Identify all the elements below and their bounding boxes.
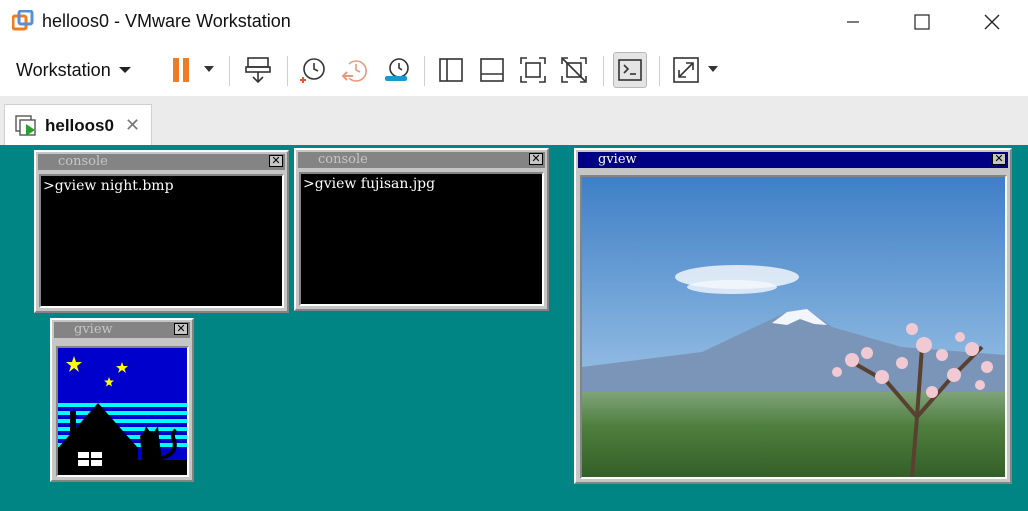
send-ctrl-alt-del-icon (245, 57, 271, 84)
pause-icon (173, 58, 189, 82)
gview-window-fujisan-title: gview (598, 152, 637, 167)
gview-window-night-close-icon[interactable]: ✕ (174, 323, 188, 335)
fujisan-image (580, 175, 1007, 479)
minimize-icon (847, 21, 859, 23)
toolbar-separator (229, 56, 230, 86)
console-view-button[interactable] (613, 52, 647, 88)
toolbar-separator (287, 56, 288, 86)
snapshot-manager-button[interactable] (380, 52, 414, 88)
console-window-1-titlebar[interactable]: console ✕ (38, 154, 285, 170)
unity-icon (561, 57, 587, 83)
console-window-2[interactable]: console ✕ >gview fujisan.jpg (294, 148, 549, 311)
gview-window-night-title: gview (74, 322, 113, 337)
unity-button[interactable] (557, 52, 591, 88)
console-window-2-line: >gview fujisan.jpg (303, 176, 436, 192)
toolbar-separator (424, 56, 425, 86)
snapshot-take-icon (300, 58, 325, 83)
tab-label: helloos0 (45, 116, 114, 135)
vmware-logo-icon (12, 10, 34, 31)
snapshot-revert-icon (341, 60, 367, 82)
take-snapshot-button[interactable] (296, 52, 330, 88)
workstation-menu-label: Workstation (16, 59, 111, 80)
send-ctrl-alt-del-button[interactable] (241, 52, 275, 88)
show-thumbnail-bar-button[interactable] (475, 52, 509, 88)
night-picture (58, 348, 187, 475)
console-window-2-titlebar[interactable]: console ✕ (298, 152, 545, 168)
close-icon (984, 14, 1000, 30)
workstation-menu[interactable]: Workstation (8, 52, 139, 88)
stretch-dropdown-arrow[interactable] (708, 66, 718, 72)
vm-running-icon (15, 115, 36, 136)
library-view-icon (439, 58, 463, 82)
maximize-icon (914, 14, 930, 30)
toolbar: Workstation (0, 44, 1028, 96)
chevron-down-icon (118, 67, 131, 73)
console-window-1-line: >gview night.bmp (43, 178, 174, 194)
gview-window-fujisan-close-icon[interactable]: ✕ (992, 153, 1006, 165)
minimize-button[interactable] (818, 0, 888, 44)
pause-dropdown-arrow[interactable] (204, 66, 214, 72)
console-window-1[interactable]: console ✕ >gview night.bmp (34, 150, 289, 313)
stretch-guest-button[interactable] (669, 52, 703, 88)
full-screen-button[interactable] (516, 52, 550, 88)
window-title: helloos0 - VMware Workstation (42, 11, 291, 31)
console-view-icon (618, 59, 642, 81)
revert-snapshot-button[interactable] (338, 52, 372, 88)
guest-desktop[interactable]: console ✕ >gview night.bmp console ✕ >gv… (0, 145, 1028, 511)
console-window-1-screen[interactable]: >gview night.bmp (39, 174, 284, 308)
tab-close-icon[interactable]: ✕ (125, 115, 140, 136)
console-window-1-close-icon[interactable]: ✕ (269, 155, 283, 167)
console-window-1-title: console (58, 154, 108, 169)
show-library-button[interactable] (434, 52, 468, 88)
gview-window-fujisan[interactable]: gview ✕ (574, 148, 1012, 484)
toolbar-separator (659, 56, 660, 86)
gview-window-fujisan-titlebar[interactable]: gview ✕ (578, 152, 1008, 168)
pause-button[interactable] (164, 52, 198, 88)
tab-helloos0[interactable]: helloos0 ✕ (4, 104, 152, 145)
console-window-2-close-icon[interactable]: ✕ (529, 153, 543, 165)
console-window-2-screen[interactable]: >gview fujisan.jpg (299, 172, 544, 306)
console-window-2-title: console (318, 152, 368, 167)
thumbnail-view-icon (480, 58, 504, 82)
close-button[interactable] (957, 0, 1027, 44)
vm-tab-bar: helloos0 ✕ (0, 96, 1028, 145)
maximize-button[interactable] (887, 0, 957, 44)
full-screen-icon (520, 57, 546, 83)
snapshot-manager-icon (385, 58, 409, 81)
window-titlebar: helloos0 - VMware Workstation (0, 0, 1028, 44)
fujisan-photo (582, 177, 1005, 477)
night-image (56, 346, 189, 477)
stretch-icon (673, 57, 699, 83)
toolbar-separator (603, 56, 604, 86)
gview-window-night-titlebar[interactable]: gview ✕ (54, 322, 190, 338)
gview-window-night[interactable]: gview ✕ (50, 318, 194, 482)
